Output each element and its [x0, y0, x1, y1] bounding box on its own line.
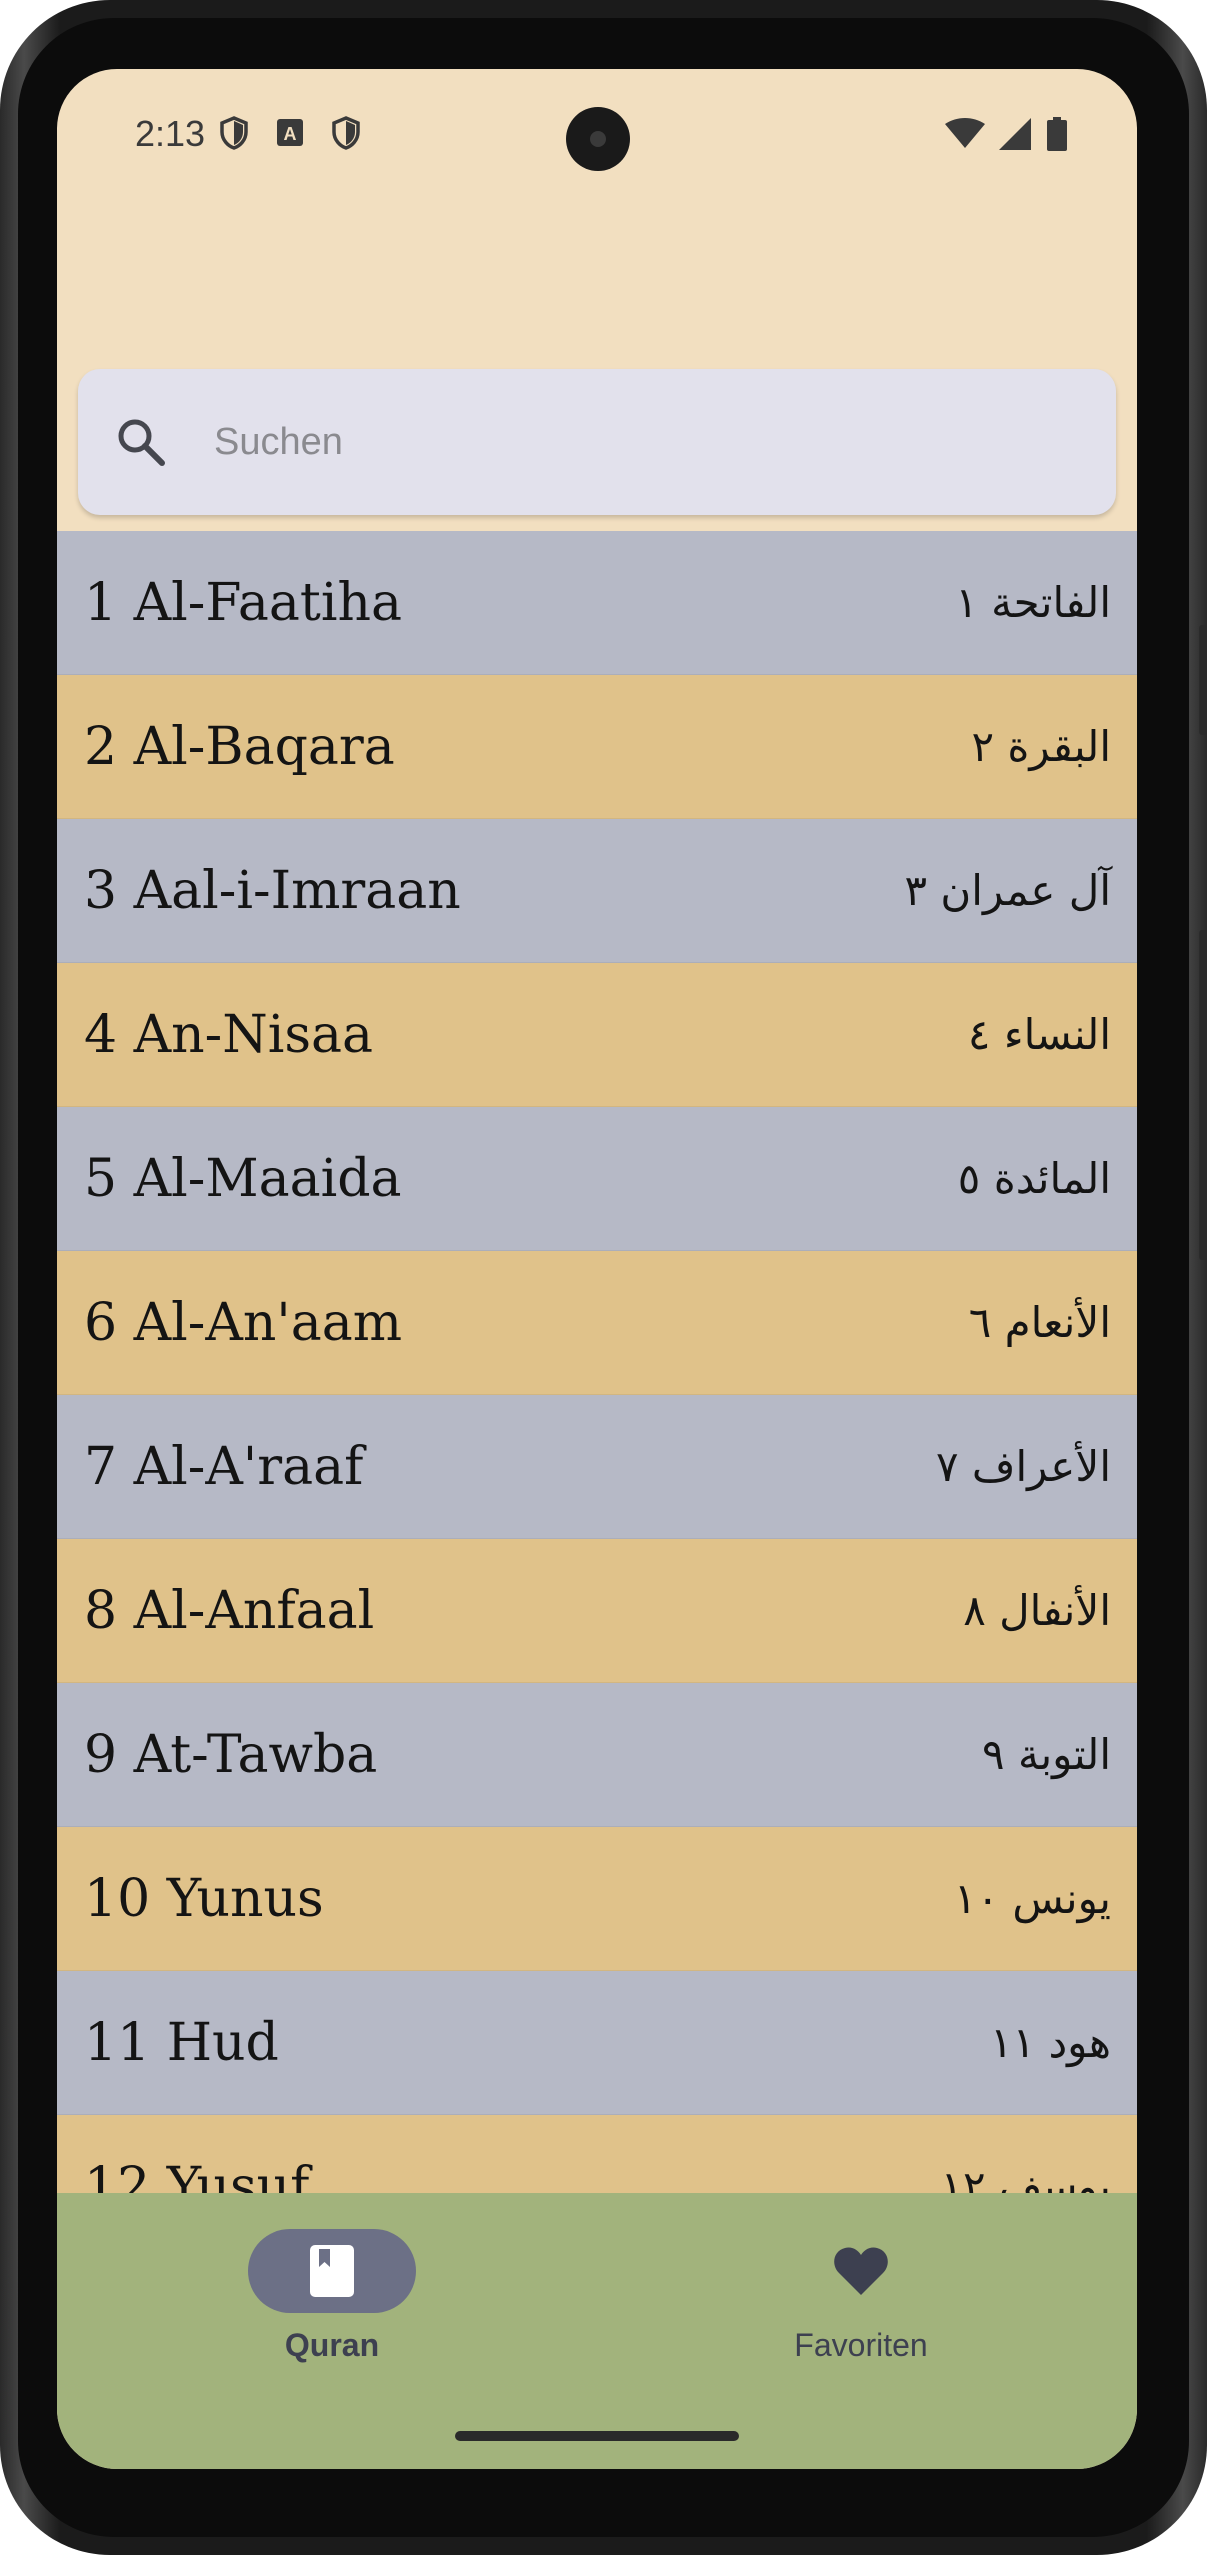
list-item[interactable]: 9 At-Tawba التوبة ٩ — [57, 1683, 1137, 1827]
surah-arabic-name: هود ١١ — [989, 2018, 1111, 2067]
surah-arabic-name: الفاتحة ١ — [955, 578, 1111, 627]
signal-icon — [999, 118, 1031, 150]
front-camera — [566, 107, 630, 171]
surah-name: 9 At-Tawba — [84, 1724, 378, 1785]
list-item[interactable]: 2 Al-Baqara البقرة ٢ — [57, 675, 1137, 819]
surah-arabic-name: يونس ١٠ — [953, 1874, 1111, 1923]
surah-arabic-name: المائدة ٥ — [957, 1154, 1111, 1203]
phone-frame: 2:13 A Suchen 1 Al-Faatiha الفاتحة ١ 2 A… — [0, 0, 1207, 2555]
text-a-icon: A — [277, 119, 303, 146]
surah-name: 7 Al-A'raaf — [84, 1436, 364, 1497]
nav-label-quran: Quran — [284, 2327, 380, 2363]
battery-icon — [1047, 117, 1067, 151]
surah-arabic-name: الأعراف ٧ — [936, 1442, 1111, 1491]
surah-arabic-name: الأنعام ٦ — [968, 1298, 1111, 1347]
search-input[interactable] — [214, 369, 1074, 515]
list-item[interactable]: 7 Al-A'raaf الأعراف ٧ — [57, 1395, 1137, 1539]
list-item[interactable]: 1 Al-Faatiha الفاتحة ١ — [57, 531, 1137, 675]
list-item[interactable]: 3 Aal-i-Imraan آل عمران ٣ — [57, 819, 1137, 963]
nav-pill — [777, 2229, 945, 2313]
status-icons-right — [945, 117, 1067, 151]
list-item[interactable]: 8 Al-Anfaal الأنفال ٨ — [57, 1539, 1137, 1683]
surah-arabic-name: يوسف ١٢ — [940, 2162, 1111, 2193]
surah-name: 10 Yunus — [84, 1868, 324, 1929]
nav-item-quran[interactable]: Quran — [182, 2229, 482, 2379]
status-time: 2:13 — [135, 113, 206, 154]
home-indicator[interactable] — [455, 2431, 739, 2441]
surah-name: 8 Al-Anfaal — [84, 1580, 375, 1641]
heart-icon — [834, 2247, 888, 2295]
status-bar: 2:13 A — [57, 69, 1137, 199]
surah-name: 6 Al-An'aam — [84, 1292, 403, 1353]
list-item[interactable]: 4 An-Nisaa النساء ٤ — [57, 963, 1137, 1107]
nav-item-favoriten[interactable]: Favoriten — [711, 2229, 1011, 2379]
list-item[interactable]: 5 Al-Maaida المائدة ٥ — [57, 1107, 1137, 1251]
list-item[interactable]: 12 Yusuf يوسف ١٢ — [57, 2115, 1137, 2193]
surah-name: 3 Aal-i-Imraan — [84, 860, 461, 921]
surah-arabic-name: آل عمران ٣ — [904, 866, 1111, 915]
surah-name: 5 Al-Maaida — [84, 1148, 402, 1209]
volume-up-button — [1199, 625, 1207, 735]
list-item[interactable]: 10 Yunus يونس ١٠ — [57, 1827, 1137, 1971]
wifi-icon — [945, 118, 985, 148]
surah-arabic-name: الأنفال ٨ — [963, 1586, 1111, 1635]
surah-arabic-name: البقرة ٢ — [971, 722, 1111, 771]
surah-name: 2 Al-Baqara — [84, 716, 395, 777]
search-icon[interactable] — [114, 415, 168, 469]
svg-text:A: A — [284, 124, 297, 144]
search-bar[interactable] — [78, 369, 1116, 515]
surah-list[interactable]: 1 Al-Faatiha الفاتحة ١ 2 Al-Baqara البقرة ٢… — [57, 531, 1137, 2193]
list-item[interactable]: 6 Al-An'aam الأنعام ٦ — [57, 1251, 1137, 1395]
bottom-navigation: Quran Favoriten — [57, 2193, 1137, 2469]
surah-name: 12 Yusuf — [84, 2156, 310, 2194]
surah-arabic-name: النساء ٤ — [967, 1010, 1111, 1059]
shield-icon — [332, 116, 360, 150]
book-icon — [310, 2245, 354, 2297]
list-item[interactable]: 11 Hud هود ١١ — [57, 1971, 1137, 2115]
nav-pill-active — [248, 2229, 416, 2313]
surah-name: 11 Hud — [84, 2012, 279, 2073]
status-icons-left: A — [219, 116, 361, 150]
surah-name: 4 An-Nisaa — [84, 1004, 374, 1065]
app-screen: 2:13 A Suchen 1 Al-Faatiha الفاتحة ١ 2 A… — [57, 69, 1137, 2469]
shield-icon — [220, 116, 248, 150]
surah-name: 1 Al-Faatiha — [84, 572, 402, 633]
surah-arabic-name: التوبة ٩ — [982, 1730, 1111, 1779]
power-button — [1199, 930, 1207, 1260]
nav-label-favoriten: Favoriten — [794, 2327, 928, 2363]
